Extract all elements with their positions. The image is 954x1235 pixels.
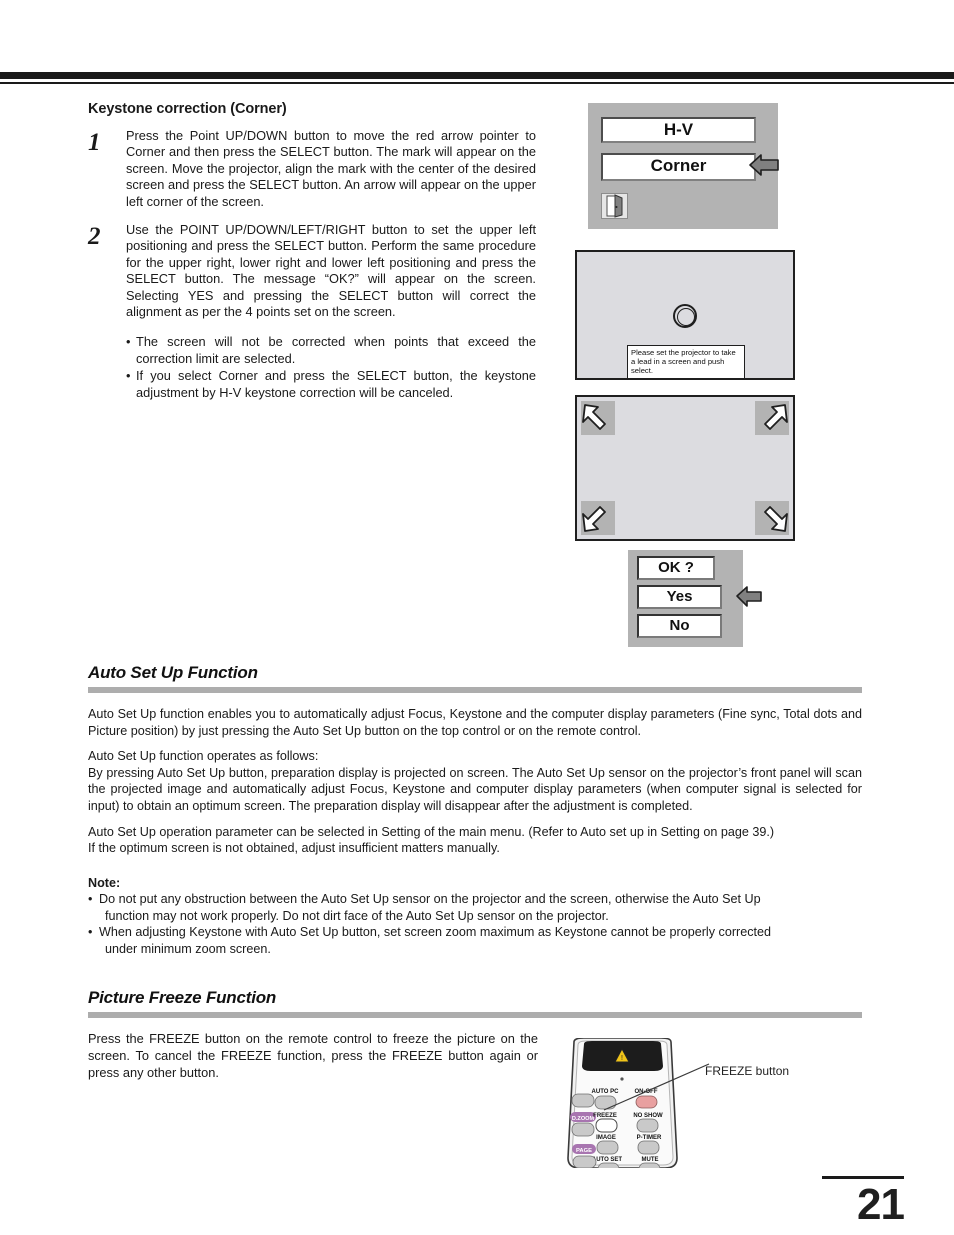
step-2-number: 2 <box>88 223 101 251</box>
svg-text:PAGE: PAGE <box>576 1148 592 1154</box>
corner-adjust-screen <box>575 395 795 541</box>
auto-setup-divider <box>88 687 862 693</box>
page-number: 21 <box>857 1180 905 1229</box>
ok-no-button[interactable]: No <box>637 614 722 638</box>
freeze-callout-label: FREEZE button <box>705 1064 790 1078</box>
auto-setup-note-block: Note: Do not put any obstruction between… <box>88 876 862 957</box>
auto-setup-title: Auto Set Up Function <box>88 663 258 682</box>
auto-setup-para-1: Auto Set Up function enables you to auto… <box>88 707 862 738</box>
lower-right-arrow-icon <box>755 501 789 535</box>
svg-text:MUTE: MUTE <box>642 1157 659 1163</box>
picture-freeze-title: Picture Freeze Function <box>88 988 277 1007</box>
auto-setup-para-5: If the optimum screen is not obtained, a… <box>88 841 500 856</box>
keystone-section: Keystone correction (Corner) 1 Press the… <box>88 101 536 402</box>
auto-setup-section: Auto Set Up Function Auto Set Up functio… <box>88 663 862 866</box>
footer-rule <box>822 1176 904 1179</box>
picture-freeze-section: Picture Freeze Function <box>88 988 862 1018</box>
osd-pointer-arrow-icon <box>748 152 780 183</box>
step-2: 2 Use the POINT UP/DOWN/LEFT/RIGHT butto… <box>88 222 536 320</box>
upper-left-arrow-icon <box>581 401 615 435</box>
step-2-text: Use the POINT UP/DOWN/LEFT/RIGHT button … <box>126 222 536 320</box>
keystone-heading: Keystone correction (Corner) <box>88 101 287 117</box>
keystone-bullet-list: The screen will not be corrected when po… <box>88 334 536 401</box>
ok-yes-button[interactable]: Yes <box>637 585 722 609</box>
keystone-bullet-1: The screen will not be corrected when po… <box>126 334 536 367</box>
auto-setup-para-3: By pressing Auto Set Up button, preparat… <box>88 765 862 813</box>
upper-right-arrow-icon <box>755 401 789 435</box>
note-item-2-line1: When adjusting Keystone with Auto Set Up… <box>99 925 772 940</box>
note-item-1: Do not put any obstruction between the A… <box>88 891 862 924</box>
freeze-callout-leader-line <box>603 1063 710 1111</box>
note-item-1-line1: Do not put any obstruction between the A… <box>99 892 761 906</box>
note-item-1-line2: function may not work properly. Do not d… <box>105 908 609 923</box>
auto-setup-para-4: Auto Set Up operation parameter can be s… <box>88 824 775 839</box>
picture-freeze-body: Press the FREEZE button on the remote co… <box>88 1031 538 1080</box>
header-rule-thick <box>0 72 954 79</box>
step-1-text: Press the Point UP/DOWN button to move t… <box>126 128 536 209</box>
preparation-message: Please set the projector to take a lead … <box>627 345 745 379</box>
ok-pointer-arrow-icon <box>735 584 763 613</box>
step-1: 1 Press the Point UP/DOWN button to move… <box>88 128 536 210</box>
svg-text:P-TIMER: P-TIMER <box>637 1135 662 1141</box>
note-item-2: When adjusting Keystone with Auto Set Up… <box>88 924 862 957</box>
svg-text:IMAGE: IMAGE <box>596 1135 616 1141</box>
header-rule-thin <box>0 82 954 84</box>
ok-question-label: OK ? <box>637 556 715 580</box>
preparation-message-text: Please set the projector to take a lead … <box>631 348 736 376</box>
svg-text:AUTO SET: AUTO SET <box>592 1157 623 1163</box>
keystone-bullet-2: If you select Corner and press the SELEC… <box>126 368 536 401</box>
lower-left-arrow-icon <box>581 501 615 535</box>
note-item-2-line2: under minimum zoom screen. <box>105 941 271 956</box>
svg-text:D.ZOOM: D.ZOOM <box>572 1116 595 1122</box>
note-heading: Note: <box>88 876 121 890</box>
osd-hv-option[interactable]: H-V <box>601 117 756 143</box>
auto-setup-para-2: Auto Set Up function operates as follows… <box>88 749 319 764</box>
auto-setup-body: Auto Set Up function enables you to auto… <box>88 706 862 857</box>
step-1-number: 1 <box>88 129 101 156</box>
preparation-display-screen: Please set the projector to take a lead … <box>575 250 795 380</box>
ok-confirm-dialog: OK ? Yes No <box>628 550 743 647</box>
note-list: Do not put any obstruction between the A… <box>88 891 862 957</box>
osd-corner-option[interactable]: Corner <box>601 153 756 181</box>
door-exit-icon[interactable] <box>601 193 628 219</box>
target-circle-mark-icon <box>673 304 697 328</box>
picture-freeze-divider <box>88 1012 862 1018</box>
